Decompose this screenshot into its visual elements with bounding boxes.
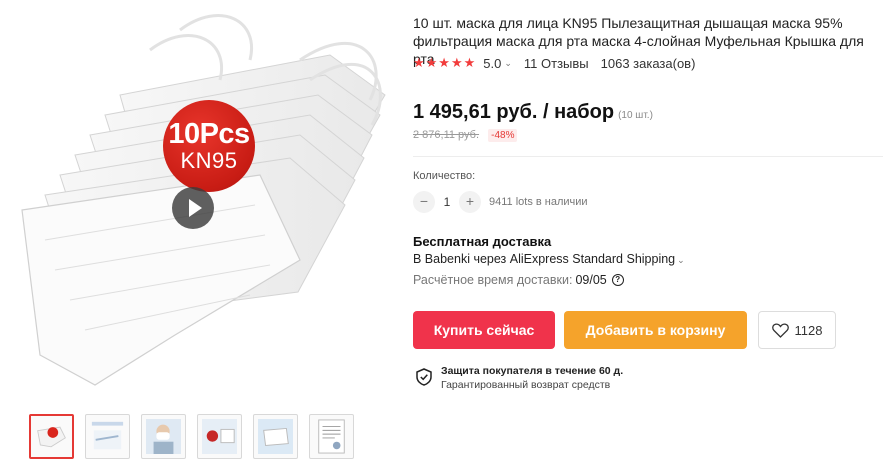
product-main-image[interactable]: 10Pcs KN95: [0, 0, 390, 395]
stock-available: 9411 lots в наличии: [489, 196, 588, 208]
rating-row: ★★★★★ 5.0 ⌄ 11 Отзывы 1063 заказа(ов): [413, 55, 695, 71]
thumbnail-1[interactable]: [29, 414, 74, 459]
shipping-route[interactable]: В Babenki через AliExpress Standard Ship…: [413, 252, 675, 266]
thumbnail-5[interactable]: [253, 414, 298, 459]
thumbnail-layers-image: [258, 419, 293, 454]
reviews-link[interactable]: 11 Отзывы: [524, 56, 589, 71]
thumbnail-person-image: [146, 419, 181, 454]
chevron-down-icon[interactable]: ⌄: [504, 58, 512, 69]
quantity-label: Количество:: [413, 170, 476, 182]
thumbnail-3[interactable]: [141, 414, 186, 459]
thumbnail-4[interactable]: [197, 414, 242, 459]
shipping-method-selector[interactable]: В Babenki через AliExpress Standard Ship…: [413, 252, 685, 266]
rating-stars-icon: ★★★★★: [413, 55, 477, 70]
protection-subtitle: Гарантированный возврат средств: [441, 379, 611, 391]
chevron-down-icon[interactable]: ⌄: [677, 255, 685, 265]
quantity-decrease-button[interactable]: −: [413, 191, 435, 213]
thumbnail-certificate-image: [318, 419, 345, 454]
rating-value[interactable]: 5.0: [483, 56, 501, 71]
price-value: 1 495,61 руб. / набор: [413, 101, 615, 123]
buyer-protection: Защита покупателя в течение 60 д. Гарант…: [416, 365, 623, 392]
orders-count: 1063 заказа(ов): [600, 55, 696, 71]
question-icon[interactable]: ?: [611, 274, 624, 286]
wishlist-count: 1128: [794, 322, 823, 338]
wishlist-button[interactable]: 1128: [758, 311, 836, 349]
product-badge: 10Pcs KN95: [163, 100, 255, 192]
quantity-increase-button[interactable]: +: [459, 191, 481, 213]
quantity-input[interactable]: 1: [435, 195, 459, 209]
old-price: 2 876,11 руб.: [413, 129, 480, 141]
price-unit: (10 шт.): [618, 110, 653, 121]
eta-date: 09/05: [575, 273, 607, 287]
product-price: 1 495,61 руб. / набор (10 шт.): [413, 101, 653, 124]
delivery-estimate: Расчётное время доставки: 09/05 ?: [413, 273, 624, 287]
video-play-button[interactable]: [172, 187, 214, 229]
buy-now-button[interactable]: Купить сейчас: [413, 311, 555, 349]
thumbnail-infographic-image: [91, 421, 124, 450]
protection-title: Защита покупателя в течение 60 д.: [441, 365, 624, 377]
thumbnail-6[interactable]: [309, 414, 354, 459]
thumbnail-2[interactable]: [85, 414, 130, 459]
badge-quantity-text: 10Pcs: [168, 118, 250, 150]
shipping-title: Бесплатная доставка: [413, 234, 552, 249]
discount-badge: -48%: [488, 129, 518, 142]
add-to-cart-button[interactable]: Добавить в корзину: [564, 311, 747, 349]
protection-text: Защита покупателя в течение 60 д. Гарант…: [441, 365, 623, 392]
quantity-stepper: − 1 + 9411 lots в наличии: [413, 191, 588, 213]
old-price-row: 2 876,11 руб. -48%: [413, 129, 518, 142]
thumbnail-filter-image: [202, 419, 237, 454]
heart-icon: [771, 322, 789, 338]
badge-type-text: KN95: [180, 148, 238, 173]
divider: [413, 156, 883, 157]
thumbnail-strip: [29, 414, 354, 459]
thumbnail-mask-image: [37, 426, 66, 448]
eta-label: Расчётное время доставки:: [413, 273, 573, 287]
shield-check-icon: [416, 368, 432, 386]
